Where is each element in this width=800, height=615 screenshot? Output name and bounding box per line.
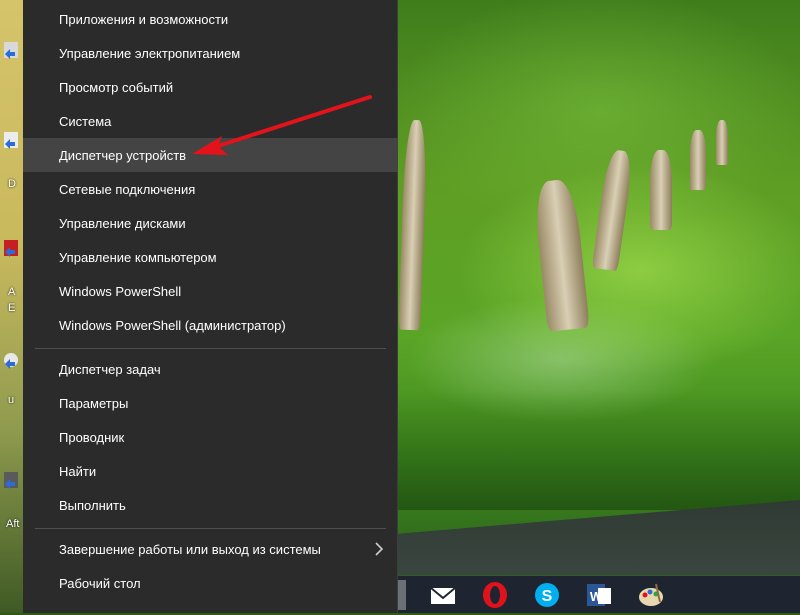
menu-item-label: Windows PowerShell xyxy=(59,283,182,299)
mail-icon[interactable] xyxy=(428,580,458,610)
menu-item-power-options[interactable]: Управление электропитанием xyxy=(23,36,398,70)
opera-icon[interactable] xyxy=(480,580,510,610)
desktop-shortcut-icon[interactable] xyxy=(2,130,20,150)
menu-item-settings[interactable]: Параметры xyxy=(23,386,398,420)
desktop-icon-label: A xyxy=(8,286,16,298)
menu-item-powershell[interactable]: Windows PowerShell xyxy=(23,274,398,308)
menu-item-label: Диспетчер устройств xyxy=(59,147,187,163)
menu-item-apps-features[interactable]: Приложения и возможности xyxy=(23,2,398,36)
desktop-icon-label: u xyxy=(8,394,15,406)
word-icon[interactable]: W xyxy=(584,580,614,610)
chevron-right-icon xyxy=(372,541,386,557)
menu-item-event-viewer[interactable]: Просмотр событий xyxy=(23,70,398,104)
desktop-shortcut-icon[interactable] xyxy=(2,40,20,60)
menu-item-label: Завершение работы или выход из системы xyxy=(59,541,321,557)
menu-item-label: Проводник xyxy=(59,429,125,445)
menu-separator xyxy=(35,348,386,349)
menu-item-system[interactable]: Система xyxy=(23,104,398,138)
menu-item-shutdown-signout[interactable]: Завершение работы или выход из системы xyxy=(23,532,398,566)
desktop-shortcut-icon[interactable] xyxy=(2,238,20,258)
menu-item-task-manager[interactable]: Диспетчер задач xyxy=(23,352,398,386)
menu-item-search[interactable]: Найти xyxy=(23,454,398,488)
taskbar-button-edge[interactable] xyxy=(398,580,406,610)
menu-item-label: Приложения и возможности xyxy=(59,11,229,27)
menu-item-computer-management[interactable]: Управление компьютером xyxy=(23,240,398,274)
menu-item-label: Система xyxy=(59,113,112,129)
road xyxy=(398,500,800,575)
menu-item-file-explorer[interactable]: Проводник xyxy=(23,420,398,454)
menu-separator xyxy=(35,528,386,529)
menu-item-label: Диспетчер задач xyxy=(59,361,161,377)
winx-context-menu: Приложения и возможности Управление элек… xyxy=(23,0,398,613)
menu-item-label: Управление электропитанием xyxy=(59,45,241,61)
menu-item-label: Windows PowerShell (администратор) xyxy=(59,317,286,333)
menu-item-network-connections[interactable]: Сетевые подключения xyxy=(23,172,398,206)
desktop-icons-area: D A E u Aft xyxy=(0,0,24,613)
svg-text:S: S xyxy=(542,588,553,605)
menu-item-label: Параметры xyxy=(59,395,129,411)
desktop-icon-label: Aft xyxy=(6,518,20,530)
desktop-icon-label: D xyxy=(8,178,16,190)
taskbar: S W xyxy=(398,576,800,613)
desktop-shortcut-icon[interactable] xyxy=(2,350,20,370)
menu-item-device-manager[interactable]: Диспетчер устройств xyxy=(23,138,398,172)
menu-item-label: Просмотр событий xyxy=(59,79,174,95)
paint-icon[interactable] xyxy=(636,580,666,610)
menu-item-powershell-admin[interactable]: Windows PowerShell (администратор) xyxy=(23,308,398,342)
menu-item-label: Управление дисками xyxy=(59,215,186,231)
menu-item-desktop[interactable]: Рабочий стол xyxy=(23,566,398,600)
menu-item-label: Выполнить xyxy=(59,497,126,513)
desktop-shortcut-icon[interactable] xyxy=(2,470,20,490)
skype-icon[interactable]: S xyxy=(532,580,562,610)
desktop-icon-label: E xyxy=(8,302,16,314)
menu-item-label: Найти xyxy=(59,463,97,479)
menu-item-run[interactable]: Выполнить xyxy=(23,488,398,522)
menu-item-disk-management[interactable]: Управление дисками xyxy=(23,206,398,240)
menu-item-label: Управление компьютером xyxy=(59,249,217,265)
menu-item-label: Рабочий стол xyxy=(59,575,141,591)
menu-item-label: Сетевые подключения xyxy=(59,181,196,197)
svg-text:W: W xyxy=(590,589,603,604)
